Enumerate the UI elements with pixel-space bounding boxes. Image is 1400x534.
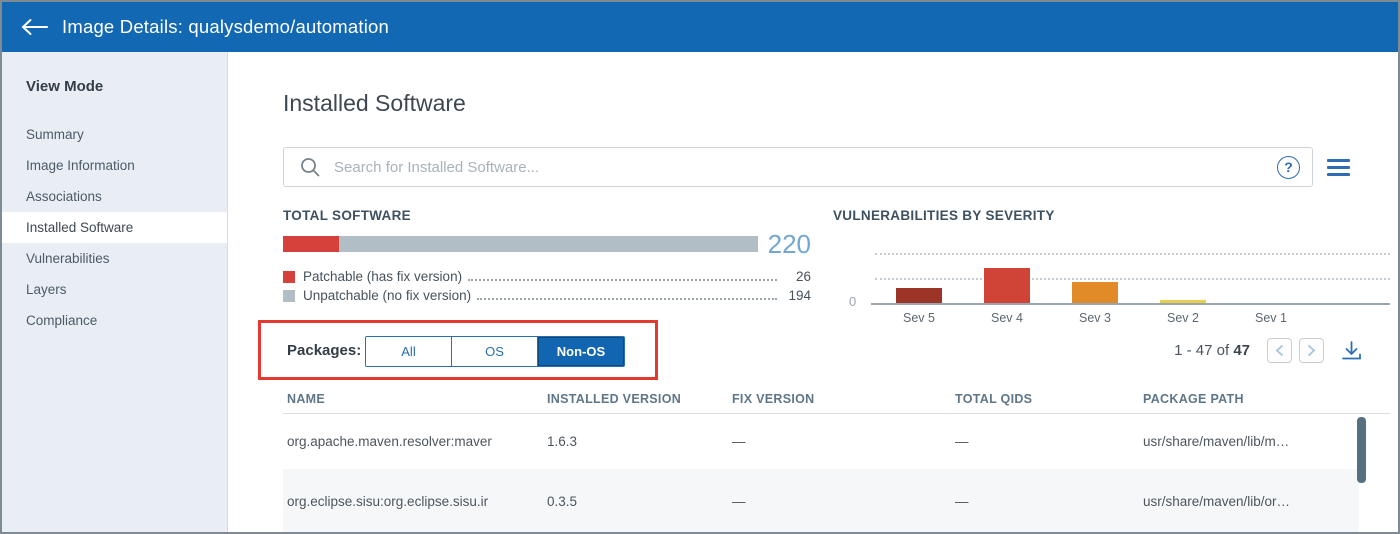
sidebar-item-associations[interactable]: Associations: [2, 181, 227, 212]
back-button[interactable]: [20, 18, 62, 36]
image-details-window: Image Details: qualysdemo/automation Vie…: [0, 0, 1400, 534]
severity-bar-chart: 0 Sev 5 Sev 4 Sev 3 Sev 2 Sev 1: [833, 239, 1390, 339]
arrow-left-icon: [21, 19, 48, 35]
total-software-panel: TOTAL SOFTWARE 220 Patchable (has fix ve…: [283, 208, 811, 305]
top-header-bar: Image Details: qualysdemo/automation: [2, 2, 1398, 52]
unpatchable-label: Unpatchable (no fix version): [303, 288, 472, 303]
patchable-value: 26: [795, 269, 811, 284]
cell-package-path: usr/share/maven/lib/or…: [1143, 493, 1291, 509]
total-software-bar-patchable: [283, 236, 340, 252]
main-content: Installed Software ? TOTAL SOFTWARE 220: [228, 52, 1398, 532]
table-header-row: NAME INSTALLED VERSION FIX VERSION TOTAL…: [283, 392, 1390, 413]
x-label-sev-3: Sev 3: [1079, 311, 1111, 325]
x-label-sev-4: Sev 4: [991, 311, 1023, 325]
search-bar: ?: [283, 147, 1313, 187]
x-label-sev-5: Sev 5: [903, 311, 935, 325]
total-software-count: 220: [767, 229, 811, 259]
cell-fix-version: —: [732, 434, 746, 449]
sidebar-item-image-information[interactable]: Image Information: [2, 150, 227, 181]
vulnerabilities-by-severity-panel: VULNERABILITIES BY SEVERITY 0 Sev 5 Sev …: [833, 208, 1390, 339]
search-icon: [300, 157, 320, 177]
sidebar-heading: View Mode: [26, 78, 104, 95]
download-icon: [1342, 340, 1361, 359]
packages-toggle-group: All OS Non-OS: [365, 336, 625, 367]
column-header-total-qids[interactable]: TOTAL QIDS: [955, 392, 1143, 413]
dotted-leader: [477, 291, 777, 300]
sidebar-item-compliance[interactable]: Compliance: [2, 305, 227, 336]
cell-package-path: usr/share/maven/lib/m…: [1143, 434, 1290, 449]
sidebar-item-layers[interactable]: Layers: [2, 274, 227, 305]
sidebar-item-summary[interactable]: Summary: [2, 119, 227, 150]
download-button[interactable]: [1341, 340, 1362, 361]
sidebar-nav: Summary Image Information Associations I…: [2, 119, 227, 336]
column-header-name[interactable]: NAME: [287, 392, 547, 413]
cell-installed-version: 1.6.3: [547, 434, 578, 449]
x-label-sev-2: Sev 2: [1167, 311, 1199, 325]
cell-name: org.eclipse.sisu:org.eclipse.sisu.ir: [287, 493, 489, 509]
y-axis-zero-label: 0: [849, 294, 857, 309]
total-software-heading: TOTAL SOFTWARE: [283, 208, 411, 223]
next-page-button[interactable]: [1299, 338, 1324, 363]
vulnerabilities-heading: VULNERABILITIES BY SEVERITY: [833, 208, 1055, 223]
legend-row-patchable: Patchable (has fix version) 26: [283, 267, 811, 286]
pagination-range-text: 1 - 47 of: [1174, 342, 1230, 359]
pagination-range: 1 - 47 of 47: [1174, 342, 1250, 359]
unpatchable-value: 194: [788, 288, 811, 303]
x-label-sev-1: Sev 1: [1255, 311, 1287, 325]
packages-label: Packages:: [287, 342, 362, 359]
cell-total-qids: —: [955, 493, 969, 509]
bar-sev-4: [984, 268, 1030, 303]
help-icon[interactable]: ?: [1277, 155, 1300, 179]
cell-total-qids: —: [955, 434, 969, 449]
search-input[interactable]: [320, 158, 1277, 176]
patchable-swatch: [283, 270, 295, 283]
legend-row-unpatchable: Unpatchable (no fix version) 194: [283, 286, 811, 305]
hamburger-menu-icon[interactable]: [1327, 159, 1350, 176]
cell-installed-version: 0.3.5: [547, 493, 578, 509]
chevron-left-icon: [1275, 344, 1284, 357]
total-software-legend: Patchable (has fix version) 26 Unpatchab…: [283, 267, 811, 305]
column-header-fix-version[interactable]: FIX VERSION: [732, 392, 955, 413]
bar-sev-2: [1160, 300, 1206, 303]
pagination-bar: 1 - 47 of 47: [1174, 338, 1362, 363]
column-header-installed-version[interactable]: INSTALLED VERSION: [547, 392, 732, 413]
unpatchable-swatch: [283, 289, 295, 302]
column-header-package-path[interactable]: PACKAGE PATH: [1143, 392, 1390, 413]
packages-non-os-button[interactable]: Non-OS: [538, 337, 624, 366]
chevron-right-icon: [1307, 344, 1316, 357]
cell-fix-version: —: [732, 493, 746, 509]
pagination-total: 47: [1233, 342, 1250, 359]
table-scrollbar-thumb[interactable]: [1357, 417, 1366, 483]
table-row[interactable]: org.eclipse.sisu:org.eclipse.sisu.ir 0.3…: [283, 469, 1359, 532]
previous-page-button[interactable]: [1267, 338, 1292, 363]
dotted-leader: [468, 272, 777, 281]
bar-sev-3: [1072, 282, 1118, 303]
cell-name: org.apache.maven.resolver:maver: [287, 434, 492, 449]
window-title: Image Details: qualysdemo/automation: [62, 16, 390, 37]
table-row[interactable]: org.apache.maven.resolver:maver 1.6.3 — …: [283, 414, 1359, 469]
page-title: Installed Software: [283, 90, 466, 116]
total-software-stacked-bar: [283, 236, 758, 252]
installed-software-table: NAME INSTALLED VERSION FIX VERSION TOTAL…: [283, 392, 1390, 532]
sidebar-item-installed-software[interactable]: Installed Software: [2, 212, 227, 243]
bar-sev-5: [896, 288, 942, 303]
packages-all-button[interactable]: All: [366, 337, 452, 366]
view-mode-sidebar: View Mode Summary Image Information Asso…: [2, 52, 228, 532]
patchable-label: Patchable (has fix version): [303, 269, 463, 284]
x-axis-baseline: [871, 303, 1390, 305]
packages-os-button[interactable]: OS: [452, 337, 538, 366]
sidebar-item-vulnerabilities[interactable]: Vulnerabilities: [2, 243, 227, 274]
